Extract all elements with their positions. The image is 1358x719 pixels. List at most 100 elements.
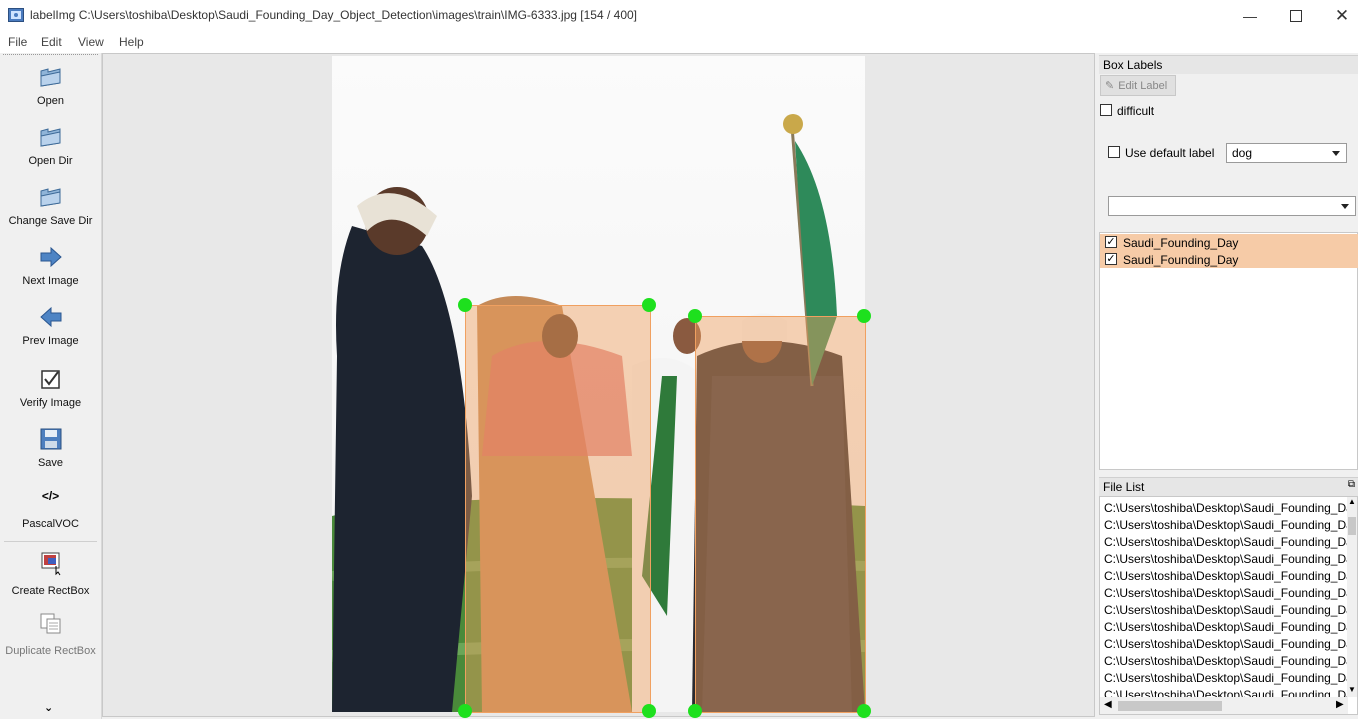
box-corner-handle[interactable] xyxy=(857,309,871,323)
dropdown-arrow-icon xyxy=(1341,204,1349,209)
save-label: Save xyxy=(37,457,64,469)
open-dir-button[interactable]: Open Dir xyxy=(0,124,101,167)
file-list-item[interactable]: C:\Users\toshiba\Desktop\Saudi_Founding_… xyxy=(1104,654,1347,668)
verify-image-label: Verify Image xyxy=(19,397,82,409)
toolbar-grip[interactable] xyxy=(3,54,98,55)
box-corner-handle[interactable] xyxy=(857,704,871,718)
minimize-button[interactable]: — xyxy=(1227,0,1273,31)
toolbar-separator xyxy=(4,541,97,542)
default-label-combo[interactable]: dog xyxy=(1226,143,1347,163)
create-rectbox-button[interactable]: Create RectBox xyxy=(0,550,101,597)
folder-open-icon xyxy=(40,128,60,147)
default-label-value: dog xyxy=(1232,146,1253,160)
duplicate-rectbox-label: Duplicate RectBox xyxy=(5,645,96,657)
scroll-left-icon[interactable]: ◀ xyxy=(1104,699,1112,710)
box-corner-handle[interactable] xyxy=(458,298,472,312)
menu-help[interactable]: Help xyxy=(119,35,144,49)
file-list-title: File List xyxy=(1099,477,1358,496)
difficult-label: difficult xyxy=(1117,104,1155,118)
edit-label-button[interactable]: ✎ Edit Label xyxy=(1100,75,1176,96)
format-label: PascalVOC xyxy=(22,518,79,530)
format-toggle-button[interactable]: </> PascalVOC xyxy=(0,488,101,530)
difficult-checkbox[interactable] xyxy=(1100,104,1112,116)
box-corner-handle[interactable] xyxy=(642,704,656,718)
close-icon: ✕ xyxy=(1334,5,1350,25)
scrollbar-thumb[interactable] xyxy=(1348,517,1356,535)
left-toolbar: Open Open Dir Change Save Dir Next Image… xyxy=(0,53,102,719)
box-corner-handle[interactable] xyxy=(688,704,702,718)
box-labels-list: ✓ Saudi_Founding_Day ✓ Saudi_Founding_Da… xyxy=(1099,232,1358,470)
file-list-item[interactable]: C:\Users\toshiba\Desktop\Saudi_Founding_… xyxy=(1104,569,1347,583)
double-chevron-down-icon[interactable]: ⌄ xyxy=(44,701,53,714)
duplicate-icon xyxy=(40,613,60,634)
file-list-item[interactable]: C:\Users\toshiba\Desktop\Saudi_Founding_… xyxy=(1104,552,1347,566)
floppy-disk-icon xyxy=(40,428,61,450)
verify-image-button[interactable]: Verify Image xyxy=(0,366,101,409)
file-list-item[interactable]: C:\Users\toshiba\Desktop\Saudi_Founding_… xyxy=(1104,518,1347,532)
label-item-text: Saudi_Founding_Day xyxy=(1123,236,1239,250)
bounding-box[interactable] xyxy=(695,316,866,713)
arrow-right-icon xyxy=(40,246,62,268)
file-list-item[interactable]: C:\Users\toshiba\Desktop\Saudi_Founding_… xyxy=(1104,586,1347,600)
label-visible-checkbox[interactable]: ✓ xyxy=(1105,253,1117,265)
undock-icon[interactable]: ⧉ xyxy=(1348,479,1355,490)
file-list: C:\Users\toshiba\Desktop\Saudi_Founding_… xyxy=(1099,496,1358,715)
box-corner-handle[interactable] xyxy=(688,309,702,323)
window-title: labelImg C:\Users\toshiba\Desktop\Saudi_… xyxy=(30,8,638,22)
menu-edit[interactable]: Edit xyxy=(41,35,62,49)
duplicate-rectbox-button[interactable]: Duplicate RectBox xyxy=(0,611,101,657)
labelimg-app-icon xyxy=(8,8,24,22)
next-image-label: Next Image xyxy=(22,275,79,287)
label-filter-combo[interactable] xyxy=(1108,196,1356,216)
vertical-scrollbar[interactable]: ▲ ▼ xyxy=(1347,497,1357,697)
label-visible-checkbox[interactable]: ✓ xyxy=(1105,236,1117,248)
use-default-label-checkbox[interactable] xyxy=(1108,146,1120,158)
title-bar: labelImg C:\Users\toshiba\Desktop\Saudi_… xyxy=(0,0,1358,31)
scroll-down-icon[interactable]: ▼ xyxy=(1348,685,1356,694)
file-list-item[interactable]: C:\Users\toshiba\Desktop\Saudi_Founding_… xyxy=(1104,620,1347,634)
label-list-item[interactable]: ✓ Saudi_Founding_Day xyxy=(1100,251,1358,268)
file-list-item[interactable]: C:\Users\toshiba\Desktop\Saudi_Founding_… xyxy=(1104,637,1347,651)
change-save-dir-label: Change Save Dir xyxy=(8,215,93,227)
pencil-icon: ✎ xyxy=(1105,80,1115,92)
file-list-dock: File List ⧉ xyxy=(1099,477,1358,496)
scrollbar-thumb[interactable] xyxy=(1118,701,1222,711)
file-list-item[interactable]: C:\Users\toshiba\Desktop\Saudi_Founding_… xyxy=(1104,603,1347,617)
save-button[interactable]: Save xyxy=(0,426,101,469)
menu-bar: File Edit View Help xyxy=(0,31,1358,53)
box-labels-dock: Box Labels xyxy=(1099,55,1358,74)
dropdown-arrow-icon xyxy=(1332,151,1340,156)
open-label: Open xyxy=(37,95,64,107)
open-dir-label: Open Dir xyxy=(28,155,73,167)
box-corner-handle[interactable] xyxy=(458,704,472,718)
maximize-button[interactable] xyxy=(1273,0,1319,31)
label-list-item[interactable]: ✓ Saudi_Founding_Day xyxy=(1100,234,1358,251)
close-button[interactable]: ✕ xyxy=(1319,0,1358,31)
box-labels-title: Box Labels xyxy=(1099,55,1358,74)
scroll-up-icon[interactable]: ▲ xyxy=(1348,497,1356,506)
menu-file[interactable]: File xyxy=(8,35,27,49)
bounding-box[interactable] xyxy=(465,305,651,713)
open-button[interactable]: Open xyxy=(0,64,101,107)
scroll-right-icon[interactable]: ▶ xyxy=(1336,699,1344,710)
create-rectbox-icon xyxy=(41,552,60,576)
create-rectbox-label: Create RectBox xyxy=(11,585,90,597)
next-image-button[interactable]: Next Image xyxy=(0,244,101,287)
menu-view[interactable]: View xyxy=(78,35,104,49)
box-corner-handle[interactable] xyxy=(642,298,656,312)
edit-label-text: Edit Label xyxy=(1118,79,1168,92)
prev-image-button[interactable]: Prev Image xyxy=(0,304,101,347)
file-list-item[interactable]: C:\Users\toshiba\Desktop\Saudi_Founding_… xyxy=(1104,501,1347,515)
prev-image-label: Prev Image xyxy=(22,335,79,347)
use-default-label-text: Use default label xyxy=(1125,146,1215,160)
horizontal-scrollbar[interactable]: ◀ ▶ xyxy=(1100,697,1348,714)
code-tag-icon: </> xyxy=(41,489,60,503)
folder-open-icon xyxy=(40,68,60,87)
arrow-left-icon xyxy=(39,306,61,328)
change-save-dir-button[interactable]: Change Save Dir xyxy=(0,184,101,227)
file-list-item[interactable]: C:\Users\toshiba\Desktop\Saudi_Founding_… xyxy=(1104,671,1347,685)
folder-open-icon xyxy=(40,188,60,207)
file-list-item[interactable]: C:\Users\toshiba\Desktop\Saudi_Founding_… xyxy=(1104,535,1347,549)
checkbox-check-icon xyxy=(40,370,60,389)
label-item-text: Saudi_Founding_Day xyxy=(1123,253,1239,267)
